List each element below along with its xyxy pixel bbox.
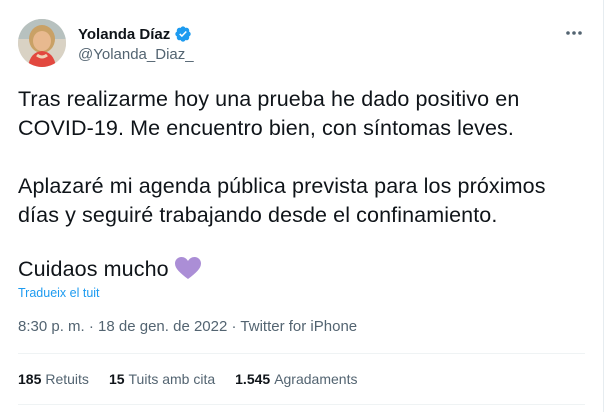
tweet-card: Yolanda Díaz @Yolanda_Diaz_ Tras realiza… [0, 0, 604, 412]
tweet-paragraph-3: Cuidaos mucho [18, 255, 588, 284]
translate-tweet-link[interactable]: Tradueix el tuit [18, 286, 100, 300]
more-options-button[interactable] [563, 25, 585, 41]
likes-stat[interactable]: 1.545 Agradaments [235, 371, 357, 387]
tweet-date[interactable]: 18 de gen. de 2022 [98, 318, 227, 335]
likes-label: Agradaments [274, 371, 358, 387]
retweets-stat[interactable]: 185 Retuits [18, 371, 89, 387]
purple-heart-icon [174, 257, 201, 279]
tweet-metadata: 8:30 p. m. · 18 de gen. de 2022 · Twitte… [18, 318, 357, 335]
profile-photo-icon [18, 19, 66, 67]
quotes-count: 15 [108, 371, 125, 387]
author-block: Yolanda Díaz @Yolanda_Diaz_ [78, 24, 194, 64]
more-dots-icon [566, 31, 582, 35]
avatar[interactable] [18, 19, 66, 67]
tweet-source[interactable]: Twitter for iPhone [240, 318, 357, 335]
tweet-paragraph-2: Aplazaré mi agenda pública prevista para… [18, 174, 546, 227]
tweet-time[interactable]: 8:30 p. m. [18, 318, 85, 335]
verified-badge-icon [175, 26, 191, 42]
divider [18, 404, 585, 405]
quotes-label: Tuits amb cita [128, 371, 216, 387]
retweets-count: 185 [18, 371, 42, 387]
likes-count: 1.545 [235, 371, 271, 387]
tweet-paragraph-1: Tras realizarme hoy una prueba he dado p… [18, 87, 520, 140]
divider [18, 353, 585, 354]
retweets-label: Retuits [45, 371, 89, 387]
meta-separator: · [88, 318, 99, 335]
user-handle[interactable]: @Yolanda_Diaz_ [78, 46, 194, 63]
engagement-stats: 185 Retuits 15 Tuits amb cita 1.545 Agradam… [18, 371, 357, 387]
tweet-paragraph-3-text: Cuidaos mucho [18, 257, 169, 281]
display-name[interactable]: Yolanda Díaz [78, 26, 170, 43]
quotes-stat[interactable]: 15 Tuits amb cita [109, 371, 215, 387]
